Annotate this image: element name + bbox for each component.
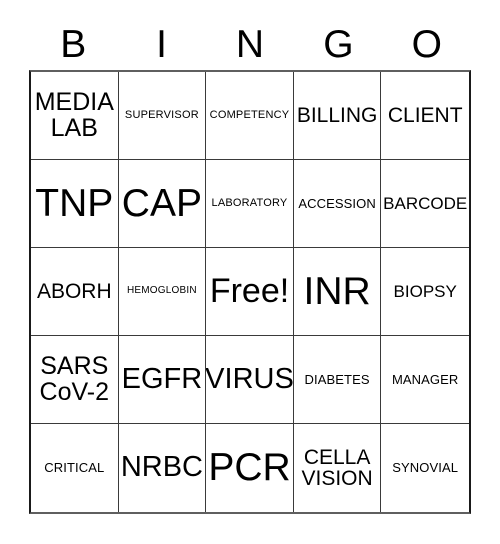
- bingo-cell-b1[interactable]: MEDIA LAB: [31, 72, 119, 160]
- bingo-cell-g2[interactable]: ACCESSION: [293, 160, 382, 248]
- bingo-cell-label: HEMOGLOBIN: [126, 285, 197, 297]
- bingo-cell-label: ACCESSION: [298, 195, 376, 211]
- bingo-cell-label: MANAGER: [391, 371, 459, 387]
- bingo-cell-label: LABORATORY: [211, 196, 288, 209]
- bingo-grid: MEDIA LAB SUPERVISOR COMPETENCY BILLING …: [29, 70, 471, 514]
- free-space-label: Free!: [209, 272, 290, 311]
- bingo-cell-n5[interactable]: PCR: [206, 424, 294, 512]
- bingo-cell-i2[interactable]: CAP: [118, 160, 207, 248]
- bingo-cell-label: INR: [303, 269, 371, 313]
- bingo-cell-label: NRBC: [120, 451, 203, 484]
- bingo-cell-i4[interactable]: EGFR: [118, 336, 207, 424]
- bingo-cell-label: CLIENT: [387, 103, 463, 127]
- bingo-cell-o4[interactable]: MANAGER: [381, 336, 469, 424]
- bingo-cell-o1[interactable]: CLIENT: [381, 72, 469, 160]
- bingo-cell-label: CAP: [121, 181, 202, 225]
- bingo-cell-n2[interactable]: LABORATORY: [206, 160, 294, 248]
- bingo-cell-label: BARCODE: [383, 193, 468, 213]
- bingo-cell-i5[interactable]: NRBC: [118, 424, 207, 512]
- bingo-cell-i1[interactable]: SUPERVISOR: [118, 72, 207, 160]
- bingo-cell-label: SUPERVISOR: [124, 108, 199, 121]
- bingo-cell-label: BILLING: [296, 103, 378, 127]
- bingo-cell-b4[interactable]: SARS CoV-2: [31, 336, 119, 424]
- bingo-header-letter-o: O: [411, 22, 442, 66]
- bingo-cell-label: TNP: [35, 181, 114, 225]
- bingo-header-letter-n: N: [235, 22, 265, 66]
- bingo-cell-g4[interactable]: DIABETES: [293, 336, 382, 424]
- bingo-cell-label: PCR: [208, 446, 291, 490]
- bingo-card: B I N G O MEDIA LAB SUPERVISOR COMPETENC…: [0, 0, 500, 544]
- bingo-cell-b2[interactable]: TNP: [31, 160, 119, 248]
- bingo-cell-label: VIRUS: [206, 362, 294, 395]
- bingo-header-letter-i: I: [156, 22, 168, 66]
- bingo-cell-n4[interactable]: VIRUS: [206, 336, 294, 424]
- bingo-header-letter-g: G: [323, 22, 354, 66]
- bingo-cell-label: EGFR: [121, 362, 203, 395]
- bingo-cell-label: BIOPSY: [393, 281, 457, 301]
- bingo-cell-o2[interactable]: BARCODE: [381, 160, 469, 248]
- bingo-cell-b3[interactable]: ABORH: [31, 248, 119, 336]
- bingo-header-row: B I N G O: [29, 18, 471, 70]
- bingo-cell-label: CELLA VISION: [301, 445, 373, 490]
- bingo-cell-label: COMPETENCY: [209, 108, 290, 121]
- bingo-cell-o5[interactable]: SYNOVIAL: [381, 424, 469, 512]
- bingo-cell-g5[interactable]: CELLA VISION: [293, 424, 382, 512]
- bingo-cell-label: SARS CoV-2: [39, 352, 110, 406]
- bingo-cell-n1[interactable]: COMPETENCY: [206, 72, 294, 160]
- bingo-cell-o3[interactable]: BIOPSY: [381, 248, 469, 336]
- bingo-cell-label: MEDIA LAB: [34, 88, 114, 142]
- bingo-cell-label: SYNOVIAL: [392, 460, 459, 476]
- bingo-cell-g3[interactable]: INR: [293, 248, 382, 336]
- bingo-cell-label: DIABETES: [304, 371, 370, 387]
- bingo-cell-b5[interactable]: CRITICAL: [31, 424, 119, 512]
- bingo-cell-label: CRITICAL: [44, 460, 105, 476]
- bingo-header-letter-b: B: [60, 22, 87, 66]
- bingo-cell-label: ABORH: [36, 279, 112, 303]
- bingo-cell-g1[interactable]: BILLING: [293, 72, 382, 160]
- bingo-cell-i3[interactable]: HEMOGLOBIN: [118, 248, 207, 336]
- bingo-cell-free-space[interactable]: Free!: [206, 248, 294, 336]
